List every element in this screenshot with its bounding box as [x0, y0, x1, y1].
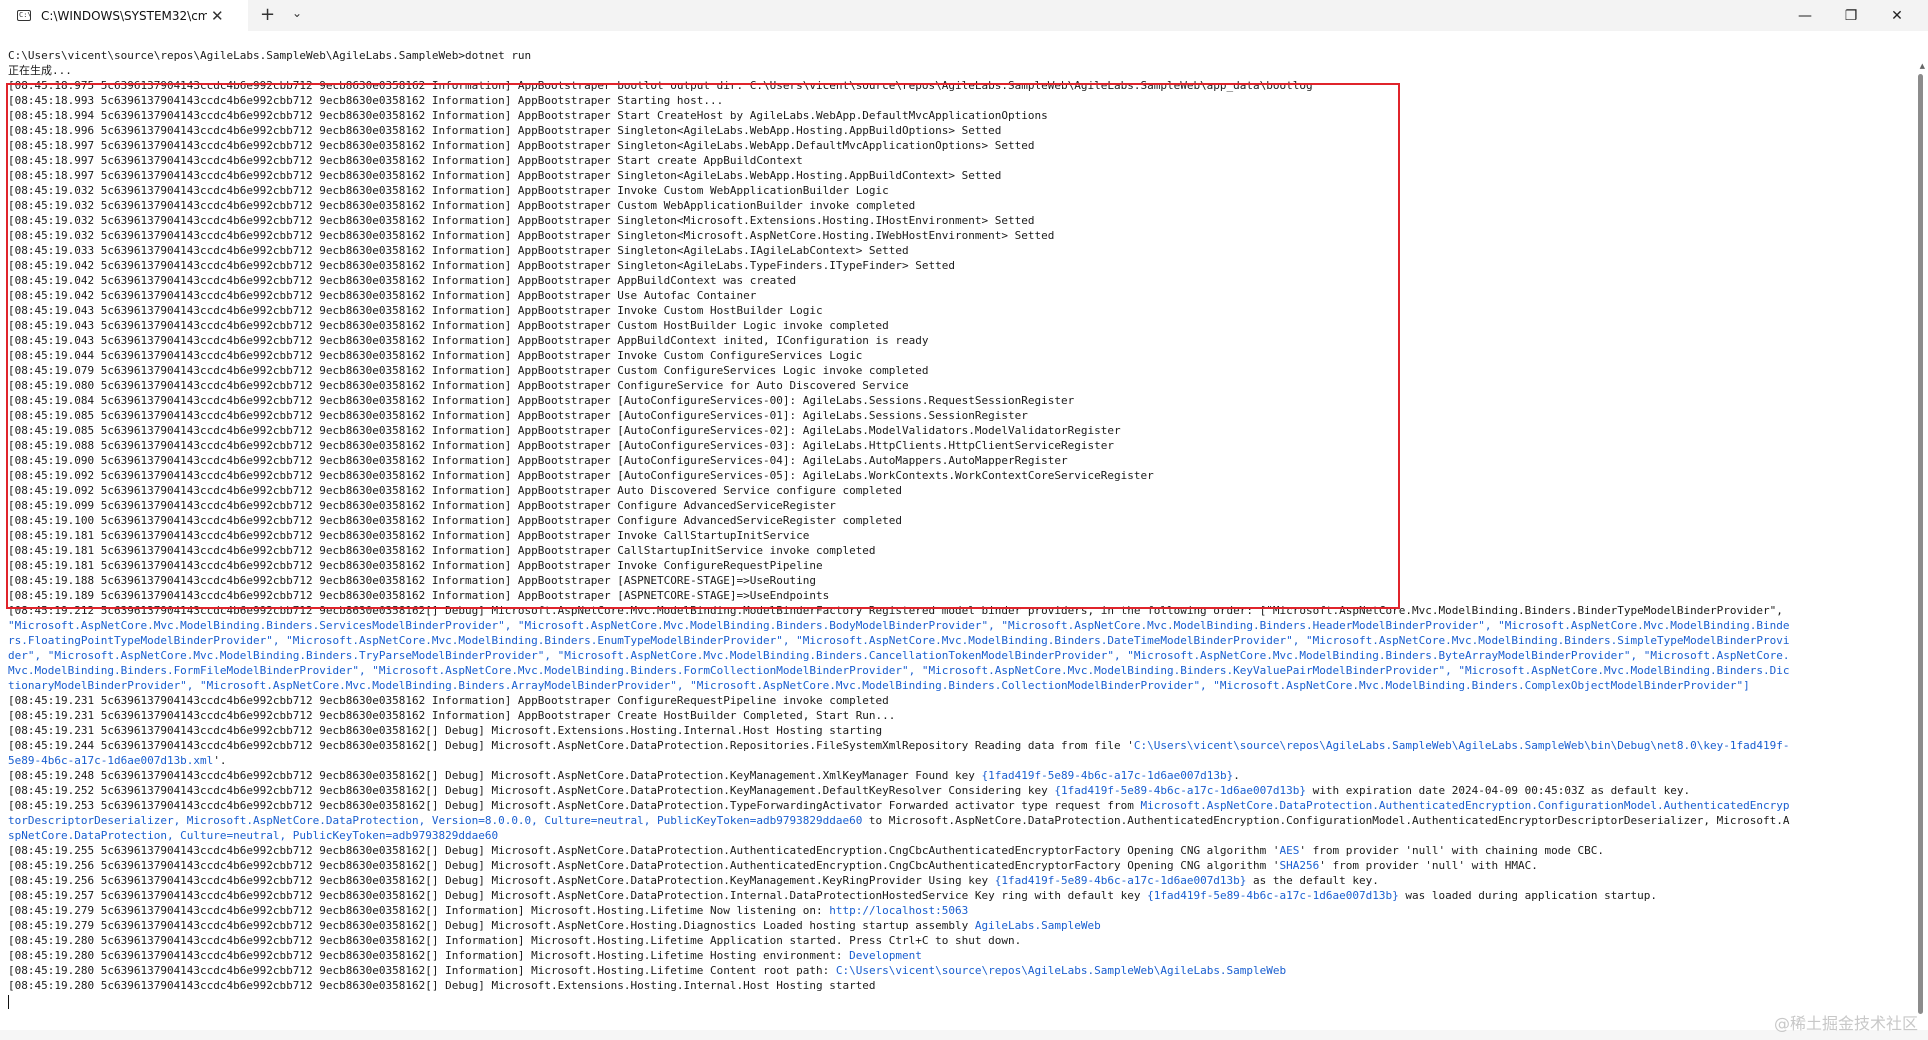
log-text-after: with expiration date 2024-04-09 00:45:03… [1306, 784, 1691, 797]
log-line: torDescriptorDeserializer, Microsoft.Asp… [8, 813, 1900, 828]
log-highlight: http://localhost:5063 [829, 904, 969, 917]
log-highlight: spNetCore.DataProtection, Culture=neutra… [8, 829, 499, 842]
log-line: [08:45:19.253 5c6396137904143ccdc4b6e992… [8, 798, 1900, 813]
log-line: [08:45:19.231 5c6396137904143ccdc4b6e992… [8, 708, 1900, 723]
log-line: [08:45:19.279 5c6396137904143ccdc4b6e992… [8, 903, 1900, 918]
log-highlight: Development [849, 949, 922, 962]
minimize-button[interactable]: — [1782, 0, 1828, 31]
log-line: [08:45:19.252 5c6396137904143ccdc4b6e992… [8, 783, 1900, 798]
log-line: [08:45:19.255 5c6396137904143ccdc4b6e992… [8, 843, 1900, 858]
tab-dropdown-icon[interactable]: ⌄ [292, 6, 302, 20]
new-tab-button[interactable]: + [260, 4, 275, 25]
log-text: [08:45:19.248 5c6396137904143ccdc4b6e992… [8, 769, 982, 782]
log-text: [08:45:19.280 5c6396137904143ccdc4b6e992… [8, 934, 1022, 947]
log-text: [08:45:19.231 5c6396137904143ccdc4b6e992… [8, 694, 889, 707]
log-text: [08:45:19.256 5c6396137904143ccdc4b6e992… [8, 859, 1280, 872]
text-cursor [8, 995, 9, 1009]
scroll-up-arrow-icon[interactable]: ▲ [1920, 62, 1925, 70]
terminal-icon: C:\ [17, 10, 31, 21]
log-line-wrapped: "Microsoft.AspNetCore.Mvc.ModelBinding.B… [8, 619, 1790, 632]
log-line-wrapped: der", "Microsoft.AspNetCore.Mvc.ModelBin… [8, 649, 1790, 662]
log-line: [08:45:19.231 5c6396137904143ccdc4b6e992… [8, 723, 1900, 738]
log-text: [08:45:19.231 5c6396137904143ccdc4b6e992… [8, 709, 896, 722]
log-line: [08:45:19.256 5c6396137904143ccdc4b6e992… [8, 858, 1900, 873]
log-line: spNetCore.DataProtection, Culture=neutra… [8, 828, 1900, 843]
log-text-after: to Microsoft.AspNetCore.DataProtection.A… [862, 814, 1790, 827]
scrollbar[interactable] [1918, 74, 1924, 1014]
build-status: 正在生成... [8, 64, 72, 77]
log-line-wrapped: rs.FloatingPointTypeModelBinderProvider"… [8, 634, 1790, 647]
log-line: [08:45:19.280 5c6396137904143ccdc4b6e992… [8, 978, 1900, 993]
log-highlight: AgileLabs.SampleWeb [974, 919, 1101, 932]
log-text-after: as the default key. [1246, 874, 1379, 887]
log-highlight: Microsoft.AspNetCore.DataProtection.Auth… [1140, 799, 1790, 812]
log-text: [08:45:19.255 5c6396137904143ccdc4b6e992… [8, 844, 1280, 857]
log-highlight: 5e89-4b6c-a17c-1d6ae007d13b.xml [8, 754, 214, 767]
log-highlight: torDescriptorDeserializer, Microsoft.Asp… [8, 814, 863, 827]
log-line: [08:45:19.248 5c6396137904143ccdc4b6e992… [8, 768, 1900, 783]
log-line-wrapped: tionaryModelBinderProvider", "Microsoft.… [8, 679, 1750, 692]
log-highlight: C:\Users\vicent\source\repos\AgileLabs.S… [835, 964, 1287, 977]
log-highlight: {1fad419f-5e89-4b6c-a17c-1d6ae007d13b} [1054, 784, 1307, 797]
tab-title: C:\WINDOWS\SYSTEM32\cmd [41, 8, 207, 23]
log-text-after: ' from provider 'null' with chaining mod… [1299, 844, 1605, 857]
log-line: [08:45:19.257 5c6396137904143ccdc4b6e992… [8, 888, 1900, 903]
log-line: 5e89-4b6c-a17c-1d6ae007d13b.xml'. [8, 753, 1900, 768]
log-line: [08:45:19.256 5c6396137904143ccdc4b6e992… [8, 873, 1900, 888]
terminal-tab[interactable]: C:\ C:\WINDOWS\SYSTEM32\cmd ✕ [0, 0, 248, 31]
log-text: [08:45:19.279 5c6396137904143ccdc4b6e992… [8, 919, 975, 932]
log-line: [08:45:19.280 5c6396137904143ccdc4b6e992… [8, 948, 1900, 963]
log-line: [08:45:19.279 5c6396137904143ccdc4b6e992… [8, 918, 1900, 933]
log-line: [08:45:19.280 5c6396137904143ccdc4b6e992… [8, 933, 1900, 948]
log-highlight: AES [1279, 844, 1300, 857]
log-text: [08:45:19.279 5c6396137904143ccdc4b6e992… [8, 904, 830, 917]
log-text: [08:45:19.280 5c6396137904143ccdc4b6e992… [8, 964, 836, 977]
log-highlight: {1fad419f-5e89-4b6c-a17c-1d6ae007d13b} [1147, 889, 1399, 902]
log-text: [08:45:19.280 5c6396137904143ccdc4b6e992… [8, 949, 850, 962]
log-text: [08:45:19.252 5c6396137904143ccdc4b6e992… [8, 784, 1055, 797]
log-line: [08:45:19.280 5c6396137904143ccdc4b6e992… [8, 963, 1900, 978]
log-lines-tail: [08:45:19.231 5c6396137904143ccdc4b6e992… [8, 693, 1900, 993]
log-highlight: SHA256 [1279, 859, 1320, 872]
log-line: [08:45:19.244 5c6396137904143ccdc4b6e992… [8, 738, 1900, 753]
command-line: C:\Users\vicent\source\repos\AgileLabs.S… [8, 49, 532, 62]
log-text: [08:45:19.256 5c6396137904143ccdc4b6e992… [8, 874, 995, 887]
log-text: [08:45:19.244 5c6396137904143ccdc4b6e992… [8, 739, 1134, 752]
log-line-wrapped: Mvc.ModelBinding.Binders.FormFileModelBi… [8, 664, 1790, 677]
title-bar: C:\ C:\WINDOWS\SYSTEM32\cmd ✕ + ⌄ — ❐ ✕ [0, 0, 1928, 31]
log-text: [08:45:19.257 5c6396137904143ccdc4b6e992… [8, 889, 1148, 902]
maximize-button[interactable]: ❐ [1828, 0, 1874, 31]
bottom-border [0, 1030, 1928, 1040]
scrollbar-thumb[interactable] [1918, 74, 1923, 1014]
log-highlight: {1fad419f-5e89-4b6c-a17c-1d6ae007d13b} [981, 769, 1234, 782]
log-highlight: C:\Users\vicent\source\repos\AgileLabs.S… [1133, 739, 1790, 752]
log-text: [08:45:19.280 5c6396137904143ccdc4b6e992… [8, 979, 876, 992]
watermark: @稀土掘金技术社区 [1773, 1014, 1918, 1033]
log-text-after: was loaded during application startup. [1398, 889, 1658, 902]
log-text: [08:45:19.253 5c6396137904143ccdc4b6e992… [8, 799, 1141, 812]
close-tab-icon[interactable]: ✕ [211, 7, 224, 25]
binder-provider-list: "Microsoft.AspNetCore.Mvc.ModelBinding.B… [8, 618, 1900, 693]
log-text: [08:45:19.231 5c6396137904143ccdc4b6e992… [8, 724, 883, 737]
log-highlight: {1fad419f-5e89-4b6c-a17c-1d6ae007d13b} [994, 874, 1247, 887]
log-text-after: ' from provider 'null' with HMAC. [1319, 859, 1538, 872]
log-line: [08:45:19.231 5c6396137904143ccdc4b6e992… [8, 693, 1900, 708]
log-text-after: . [1233, 769, 1240, 782]
close-window-button[interactable]: ✕ [1874, 0, 1920, 31]
log-text-after: '. [213, 754, 227, 767]
highlight-box [6, 83, 1400, 609]
